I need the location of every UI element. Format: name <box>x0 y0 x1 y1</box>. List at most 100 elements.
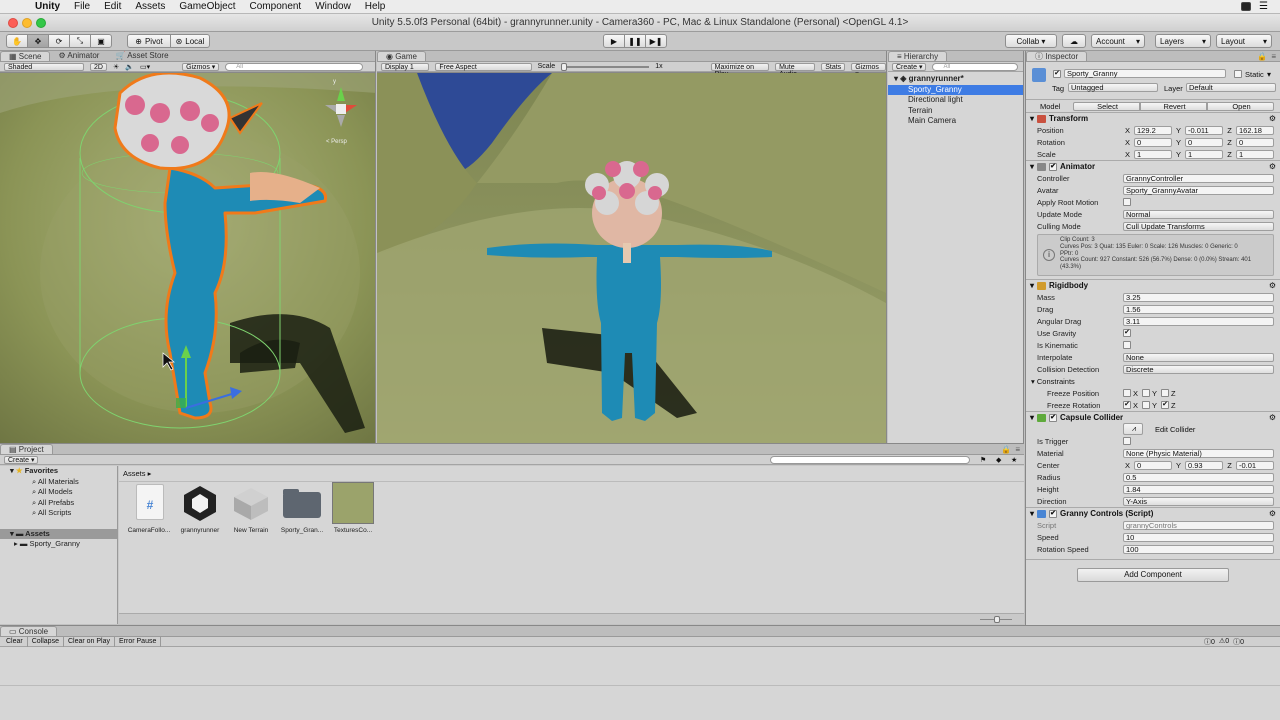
menu-help[interactable]: Help <box>358 1 393 12</box>
height-field[interactable]: 1.84 <box>1123 484 1274 494</box>
add-component-button[interactable]: Add Component <box>1077 568 1229 582</box>
mute-audio-toggle[interactable]: Mute Audio <box>775 62 816 78</box>
lock-icon[interactable]: 🔒 <box>1257 52 1267 61</box>
position-y-field[interactable]: -0.011 <box>1185 125 1223 135</box>
tab-inspector[interactable]: ⓘ Inspector <box>1026 51 1088 61</box>
component-settings-icon[interactable]: ⚙ <box>1269 413 1280 422</box>
drag-field[interactable]: 1.56 <box>1123 304 1274 314</box>
rotation-z-field[interactable]: 0 <box>1236 137 1274 147</box>
direction-dropdown[interactable]: Y-Axis <box>1123 496 1274 506</box>
script-enabled-checkbox[interactable]: ✔ <box>1049 509 1058 518</box>
favorite-item-all-models[interactable]: ⌕ All Models <box>0 487 117 498</box>
update-mode-dropdown[interactable]: Normal <box>1123 209 1274 219</box>
lighting-icon[interactable]: ☀ <box>113 63 119 71</box>
favorite-star-icon[interactable]: ★ <box>1011 456 1017 464</box>
is-trigger-checkbox[interactable] <box>1123 437 1131 445</box>
static-checkbox[interactable] <box>1234 70 1242 78</box>
model-select-button[interactable]: Select <box>1073 101 1140 111</box>
hierarchy-create-dropdown[interactable]: Create ▾ <box>892 62 927 71</box>
asset-camera-follow[interactable]: # CameraFollo... <box>125 482 173 534</box>
menu-window[interactable]: Window <box>308 1 358 12</box>
scale-z-field[interactable]: 1 <box>1236 149 1274 159</box>
tab-animator[interactable]: ⚙ Animator <box>50 51 107 61</box>
2d-toggle[interactable]: 2D <box>90 62 107 71</box>
console-error-pause-button[interactable]: Error Pause <box>115 636 162 647</box>
freeze-rot-x-checkbox[interactable]: ✔ <box>1123 401 1131 409</box>
play-button[interactable]: ▶ <box>603 34 625 48</box>
tag-dropdown[interactable]: Untagged <box>1068 83 1158 92</box>
effects-icon[interactable]: ▭▾ <box>140 63 150 71</box>
controller-field[interactable]: GrannyController <box>1123 173 1274 183</box>
scene-root-item[interactable]: ▾ ◈ grannyrunner* <box>888 74 1023 85</box>
game-gizmos-dropdown[interactable]: Gizmos ▾ <box>851 62 886 78</box>
console-warning-toggle[interactable]: ⚠0 <box>1219 637 1229 647</box>
hierarchy-search-input[interactable]: All <box>932 62 1019 71</box>
tab-hierarchy[interactable]: ≡ Hierarchy <box>888 51 948 61</box>
console-clear-button[interactable]: Clear <box>2 636 28 647</box>
freeze-pos-x-checkbox[interactable] <box>1123 389 1131 397</box>
console-clear-on-play-button[interactable]: Clear on Play <box>64 636 116 647</box>
tab-project[interactable]: ▤ Project <box>0 444 53 454</box>
rotation-speed-field[interactable]: 100 <box>1123 544 1274 554</box>
layout-dropdown[interactable]: Layout ▾ <box>1216 34 1272 48</box>
use-gravity-checkbox[interactable]: ✔ <box>1123 329 1131 337</box>
script-header[interactable]: ▾ ✔ Granny Controls (Script) ⚙ <box>1026 507 1280 519</box>
freeze-pos-y-checkbox[interactable] <box>1142 389 1151 397</box>
center-y-field[interactable]: 0.93 <box>1185 460 1223 470</box>
favorite-item-all-scripts[interactable]: ⌕ All Scripts <box>0 508 117 519</box>
constraints-row[interactable]: ▾ Constraints <box>1026 375 1280 387</box>
object-name-field[interactable]: Sporty_Granny <box>1064 69 1226 78</box>
scene-search-input[interactable]: All <box>225 62 364 71</box>
scale-tool-icon[interactable]: ⤡ <box>69 34 91 48</box>
tab-asset-store[interactable]: 🛒 Asset Store <box>107 51 176 61</box>
folder-item-sporty-granny[interactable]: ▸ ▬ Sporty_Granny <box>0 539 117 550</box>
tab-game[interactable]: ◉ Game <box>377 51 426 61</box>
icon-size-slider-thumb[interactable] <box>994 616 1000 623</box>
component-settings-icon[interactable]: ⚙ <box>1269 162 1280 171</box>
pause-button[interactable]: ❚❚ <box>624 34 646 48</box>
tab-scene[interactable]: ▦ Scene <box>0 51 51 61</box>
filter-by-label-icon[interactable]: ◆ <box>996 456 1001 464</box>
menu-edit[interactable]: Edit <box>97 1 128 12</box>
asset-new-terrain[interactable]: New Terrain <box>227 482 275 534</box>
shading-dropdown[interactable]: Shaded <box>4 62 84 71</box>
collision-detection-dropdown[interactable]: Discrete <box>1123 364 1274 374</box>
audio-icon[interactable]: 🔈 <box>125 63 134 71</box>
scale-slider-thumb[interactable] <box>561 62 568 71</box>
rigidbody-header[interactable]: ▾ Rigidbody ⚙ <box>1026 279 1280 291</box>
assets-breadcrumb[interactable]: Assets ▸ <box>119 466 1024 482</box>
component-settings-icon[interactable]: ⚙ <box>1269 281 1280 290</box>
active-checkbox[interactable]: ✔ <box>1053 70 1061 78</box>
interpolate-dropdown[interactable]: None <box>1123 352 1274 362</box>
favorite-item-all-prefabs[interactable]: ⌕ All Prefabs <box>0 498 117 509</box>
asset-sporty-granny-folder[interactable]: Sporty_Gran... <box>278 482 326 534</box>
collab-button[interactable]: Collab ▾ <box>1005 34 1057 48</box>
filter-by-type-icon[interactable]: ⚑ <box>980 456 986 464</box>
scale-y-field[interactable]: 1 <box>1185 149 1223 159</box>
project-create-dropdown[interactable]: Create ▾ <box>4 455 39 464</box>
console-error-toggle[interactable]: ⓘ0 <box>1233 637 1244 647</box>
favorite-item-all-materials[interactable]: ⌕ All Materials <box>0 477 117 488</box>
local-button[interactable]: ⊛ Local <box>170 34 210 48</box>
scale-slider[interactable] <box>561 62 650 71</box>
component-settings-icon[interactable]: ⚙ <box>1269 114 1280 123</box>
root-motion-checkbox[interactable] <box>1123 198 1131 206</box>
tab-console[interactable]: ▭ Console <box>0 626 58 636</box>
hand-tool-icon[interactable]: ✋ <box>6 34 28 48</box>
menu-gameobject[interactable]: GameObject <box>172 1 242 12</box>
model-revert-button[interactable]: Revert <box>1140 101 1207 111</box>
center-z-field[interactable]: -0.01 <box>1236 460 1274 470</box>
material-field[interactable]: None (Physic Material) <box>1123 448 1274 458</box>
lock-icon[interactable]: 🔒 <box>1001 445 1011 454</box>
hierarchy-item-terrain[interactable]: Terrain <box>888 106 1023 117</box>
account-dropdown[interactable]: Account ▾ <box>1091 34 1145 48</box>
capsule-collider-header[interactable]: ▾ ✔ Capsule Collider ⚙ <box>1026 411 1280 423</box>
position-z-field[interactable]: 162.18 <box>1236 125 1274 135</box>
project-search-input[interactable] <box>770 455 970 464</box>
rect-tool-icon[interactable]: ▣ <box>90 34 112 48</box>
asset-textures-folder[interactable]: TexturesCo... <box>329 482 377 534</box>
menu-icon[interactable]: ≡ <box>1271 52 1276 61</box>
scene-viewport[interactable]: y < Persp <box>0 73 375 443</box>
angular-drag-field[interactable]: 3.11 <box>1123 316 1274 326</box>
capsule-enabled-checkbox[interactable]: ✔ <box>1049 413 1058 422</box>
